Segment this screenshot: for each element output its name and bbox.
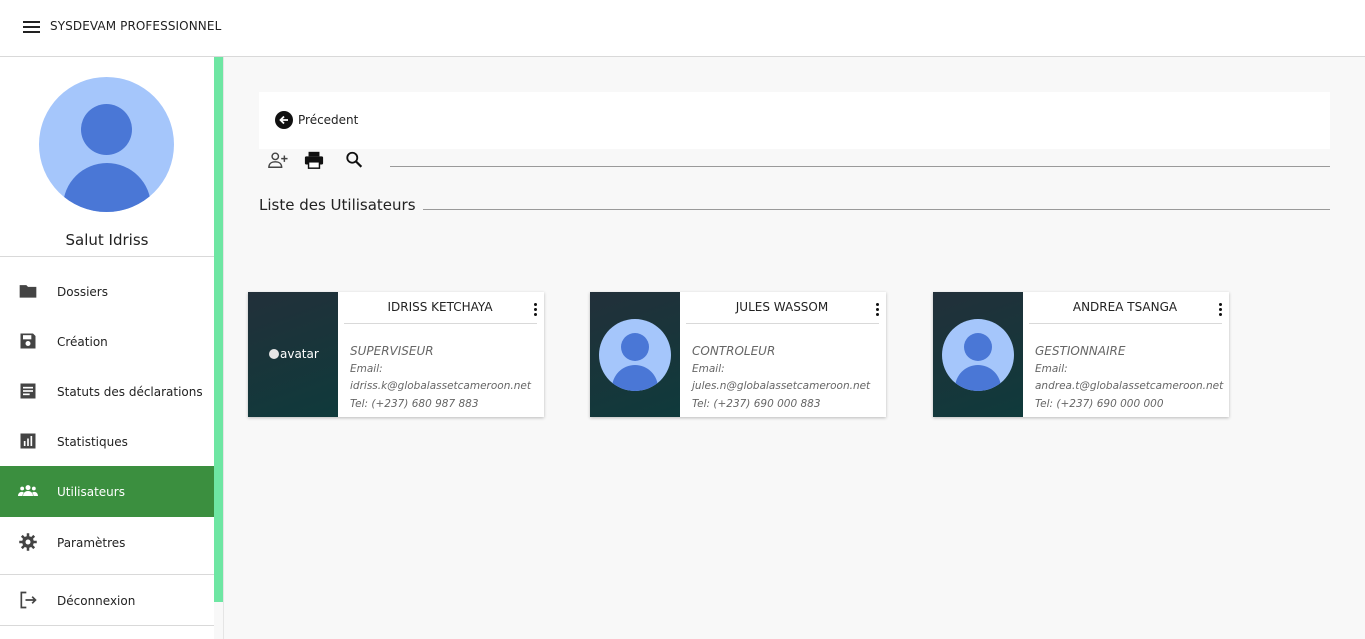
back-label: Précedent bbox=[298, 113, 359, 127]
user-role: SUPERVISEUR bbox=[350, 344, 434, 358]
user-role: GESTIONNAIRE bbox=[1035, 344, 1126, 358]
hamburger-menu-icon[interactable] bbox=[22, 19, 42, 35]
sidebar-item-label: Création bbox=[57, 335, 108, 349]
profile-avatar bbox=[39, 77, 174, 212]
user-name: JULES WASSOM bbox=[735, 300, 829, 314]
sidebar-divider bbox=[0, 625, 214, 626]
section-divider bbox=[423, 209, 1330, 210]
user-card[interactable]: avatar IDRISS KETCHAYA SUPERVISEUR Email… bbox=[248, 292, 544, 417]
search-icon[interactable] bbox=[344, 150, 366, 170]
sidebar-accent-bar bbox=[214, 57, 223, 602]
broken-avatar-image: avatar bbox=[269, 347, 319, 361]
sidebar-item-dossiers[interactable]: Dossiers bbox=[0, 267, 214, 317]
arrow-left-icon bbox=[275, 111, 293, 129]
user-phone: Tel: (+237) 690 000 883 bbox=[692, 398, 821, 410]
sidebar-item-label: Statistiques bbox=[57, 435, 128, 449]
sidebar-item-deconnexion[interactable]: Déconnexion bbox=[0, 576, 214, 626]
user-name: ANDREA TSANGA bbox=[1072, 300, 1178, 314]
more-vert-icon[interactable] bbox=[1217, 302, 1225, 318]
section-title: Liste des Utilisateurs bbox=[259, 196, 416, 214]
sidebar-item-parametres[interactable]: Paramètres bbox=[0, 518, 214, 568]
card-image-panel: avatar bbox=[248, 292, 338, 417]
user-email: andrea.t@globalassetcameroon.net bbox=[1035, 380, 1224, 392]
user-name: IDRISS KETCHAYA bbox=[387, 300, 493, 314]
sidebar-item-label: Statuts des déclarations bbox=[57, 385, 203, 399]
sidebar-item-creation[interactable]: Création bbox=[0, 317, 214, 367]
document-icon bbox=[20, 383, 36, 399]
back-button[interactable]: Précedent bbox=[275, 111, 358, 129]
chart-icon bbox=[20, 433, 36, 449]
save-icon bbox=[20, 333, 36, 349]
print-icon[interactable] bbox=[303, 150, 325, 170]
more-vert-icon[interactable] bbox=[532, 302, 540, 318]
email-label: Email: bbox=[1035, 363, 1068, 375]
sidebar-item-label: Dossiers bbox=[57, 285, 108, 299]
top-app-bar: SYSDEVAM PROFESSIONNEL bbox=[0, 0, 1365, 57]
user-phone: Tel: (+237) 680 987 883 bbox=[350, 398, 479, 410]
user-avatar bbox=[942, 319, 1014, 391]
sidebar-item-label: Paramètres bbox=[57, 536, 126, 550]
logout-icon bbox=[20, 591, 37, 609]
gear-icon bbox=[19, 533, 37, 551]
user-greeting: Salut Idriss bbox=[65, 231, 149, 249]
card-image-panel bbox=[933, 292, 1023, 417]
user-email: jules.n@globalassetcameroon.net bbox=[692, 380, 871, 392]
user-role: CONTROLEUR bbox=[692, 344, 776, 358]
user-card[interactable]: ANDREA TSANGA GESTIONNAIRE Email: andrea… bbox=[933, 292, 1229, 417]
user-avatar bbox=[599, 319, 671, 391]
sidebar-item-label: Utilisateurs bbox=[57, 484, 125, 499]
sidebar-divider bbox=[0, 256, 214, 257]
app-title: SYSDEVAM PROFESSIONNEL bbox=[50, 19, 222, 33]
card-image-panel bbox=[590, 292, 680, 417]
broken-image-icon bbox=[269, 349, 279, 359]
more-vert-icon[interactable] bbox=[874, 302, 882, 318]
users-icon bbox=[18, 485, 38, 496]
avatar-alt-text: avatar bbox=[280, 347, 319, 361]
sidebar-divider bbox=[0, 574, 214, 575]
user-card[interactable]: JULES WASSOM CONTROLEUR Email: jules.n@g… bbox=[590, 292, 886, 417]
add-user-icon[interactable] bbox=[267, 150, 289, 170]
sidebar-item-utilisateurs[interactable]: Utilisateurs bbox=[0, 466, 214, 517]
sidebar: Salut Idriss Dossiers Création Statuts d… bbox=[0, 57, 214, 639]
user-phone: Tel: (+237) 690 000 000 bbox=[1035, 398, 1164, 410]
sidebar-item-label: Déconnexion bbox=[57, 594, 136, 608]
card-divider bbox=[686, 323, 879, 324]
sidebar-item-statuts[interactable]: Statuts des déclarations bbox=[0, 367, 214, 417]
sidebar-item-statistiques[interactable]: Statistiques bbox=[0, 417, 214, 467]
card-divider bbox=[344, 323, 537, 324]
card-divider bbox=[1029, 323, 1222, 324]
email-label: Email: bbox=[692, 363, 725, 375]
email-label: Email: bbox=[350, 363, 383, 375]
user-email: idriss.k@globalassetcameroon.net bbox=[350, 380, 531, 392]
toolbar-divider bbox=[390, 166, 1330, 167]
folder-icon bbox=[19, 285, 37, 298]
sidebar-border bbox=[223, 57, 224, 639]
back-panel bbox=[259, 92, 1330, 149]
